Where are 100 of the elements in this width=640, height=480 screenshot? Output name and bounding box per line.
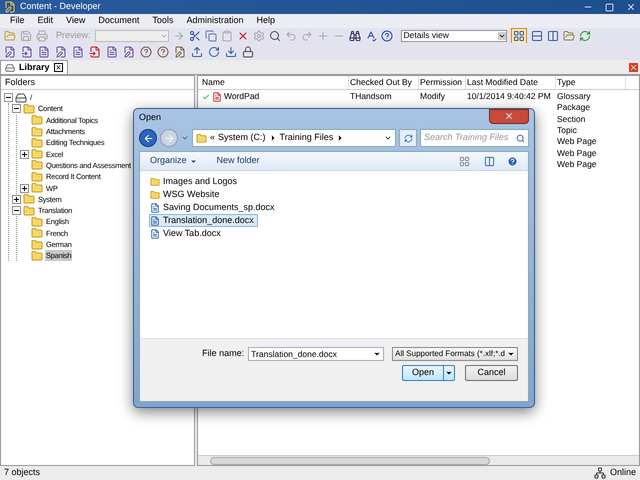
close-button[interactable] [489, 108, 529, 124]
details-view-icon[interactable] [512, 30, 525, 42]
folder-icon [31, 216, 43, 228]
close-icon[interactable] [626, 2, 636, 12]
column-header[interactable]: Name [201, 76, 349, 89]
table-cell: Package [557, 102, 590, 114]
table-cell: Modify [420, 91, 446, 102]
document-icon [150, 202, 160, 212]
file-type-dropdown[interactable]: All Supported Formats (*.xlf;*.d [392, 347, 518, 361]
expand-icon[interactable] [20, 150, 29, 159]
horizontal-scrollbar[interactable] [198, 455, 639, 465]
app-icon [4, 1, 16, 13]
folder-icon [31, 136, 43, 149]
document-icon[interactable] [174, 46, 186, 58]
dropdown-arrow-icon[interactable] [507, 350, 515, 358]
folder-icon [31, 114, 43, 126]
spellcheck-icon[interactable] [364, 30, 377, 42]
file-name-field[interactable]: Translation_done.docx [248, 347, 384, 361]
back-arrow-icon[interactable] [142, 132, 154, 144]
close-icon[interactable] [54, 63, 63, 72]
folder-icon [196, 132, 207, 144]
new-folder-button[interactable]: New folder [216, 154, 260, 168]
explorer-entry[interactable]: Translation_done.docx [149, 214, 258, 227]
help-icon[interactable] [380, 30, 393, 42]
library-tab[interactable]: Library [0, 60, 68, 74]
column-header[interactable]: Permission [419, 76, 466, 89]
breadcrumb[interactable]: System (C:) [218, 131, 266, 145]
sync-icon[interactable] [208, 46, 220, 58]
folder-icon [150, 190, 160, 200]
collapse-icon[interactable] [12, 104, 21, 114]
explorer-entry[interactable]: Saving Documents_sp.docx [149, 201, 279, 214]
view-options-icon[interactable] [459, 156, 470, 166]
search-icon[interactable] [516, 134, 525, 142]
dropdown-arrow-icon[interactable] [373, 350, 382, 358]
menu-item[interactable]: Edit [38, 14, 54, 28]
search-icon[interactable] [268, 30, 281, 42]
document-icon[interactable] [72, 46, 84, 58]
expand-icon[interactable] [12, 194, 21, 204]
document-icon[interactable] [89, 46, 101, 58]
column-header[interactable]: Last Modified Date [466, 76, 556, 89]
open-button[interactable]: Open [402, 365, 455, 381]
delete-icon[interactable] [236, 30, 249, 42]
lock-icon[interactable] [242, 46, 254, 58]
maximize-button[interactable] [605, 2, 614, 12]
folder-icon [31, 159, 43, 172]
column-header[interactable]: Checked Out By [349, 76, 419, 89]
menu-item[interactable]: Administration [186, 14, 244, 28]
document-icon[interactable] [21, 46, 33, 58]
dropdown-arrow-icon[interactable] [190, 158, 197, 164]
refresh-icon[interactable] [578, 30, 591, 42]
download-icon[interactable] [225, 46, 237, 58]
refresh-button[interactable] [399, 129, 417, 147]
upload-icon[interactable] [191, 46, 203, 58]
dropdown-arrow-icon[interactable] [445, 369, 453, 377]
column-header[interactable]: Type [556, 76, 626, 89]
refresh-icon[interactable] [404, 134, 412, 142]
copy-icon[interactable] [204, 30, 217, 42]
menu-item[interactable]: Document [98, 14, 140, 28]
document-icon[interactable] [4, 46, 16, 58]
preview-label: Preview: [56, 28, 91, 42]
table-cell: Glossary [557, 91, 591, 102]
binoculars-icon[interactable] [348, 30, 361, 42]
folder-icon [23, 193, 35, 206]
columns-view-icon[interactable] [546, 30, 559, 42]
breadcrumb[interactable]: Training Files [280, 131, 334, 145]
back-button[interactable] [139, 129, 157, 147]
drive-icon [15, 92, 27, 104]
question-icon[interactable] [140, 46, 152, 58]
document-icon[interactable] [106, 46, 118, 58]
collapse-icon[interactable] [12, 206, 21, 216]
collapse-icon[interactable] [4, 93, 13, 102]
preview-pane-icon[interactable] [484, 156, 495, 166]
menu-item[interactable]: Tools [152, 14, 174, 28]
table-cell: Web Page [557, 158, 597, 170]
cut-icon[interactable] [188, 30, 201, 42]
explorer-entry[interactable]: WSG Website [149, 188, 224, 201]
explorer-entry[interactable]: Images and Logos [149, 175, 242, 188]
folder-icon [23, 102, 35, 115]
view-dropdown[interactable]: Details view [400, 30, 507, 42]
menu-item[interactable]: View [66, 14, 86, 28]
rows-view-icon[interactable] [530, 30, 543, 42]
menu-item[interactable]: File [10, 14, 25, 28]
document-icon[interactable] [38, 46, 50, 58]
folder-icon [31, 148, 43, 160]
status-text: 7 objects [4, 466, 40, 480]
document-icon[interactable] [55, 46, 67, 58]
dropdown-arrow-icon[interactable] [498, 32, 506, 40]
address-bar[interactable]: « System (C:) Training Files [192, 129, 396, 147]
folder-icon[interactable] [562, 30, 575, 42]
cancel-button[interactable]: Cancel [465, 365, 518, 381]
search-field[interactable]: Search Training Files [420, 129, 529, 147]
explorer-entry[interactable]: View Tab.docx [149, 227, 225, 240]
expand-icon[interactable] [20, 184, 29, 193]
folder-icon [31, 227, 43, 240]
document-icon[interactable] [123, 46, 135, 58]
overflow-marker[interactable]: « [210, 131, 216, 145]
organize-menu[interactable]: Organize [150, 154, 197, 168]
menu-item[interactable]: Help [256, 14, 275, 28]
question-icon[interactable] [157, 46, 169, 58]
folder-icon [23, 204, 35, 217]
